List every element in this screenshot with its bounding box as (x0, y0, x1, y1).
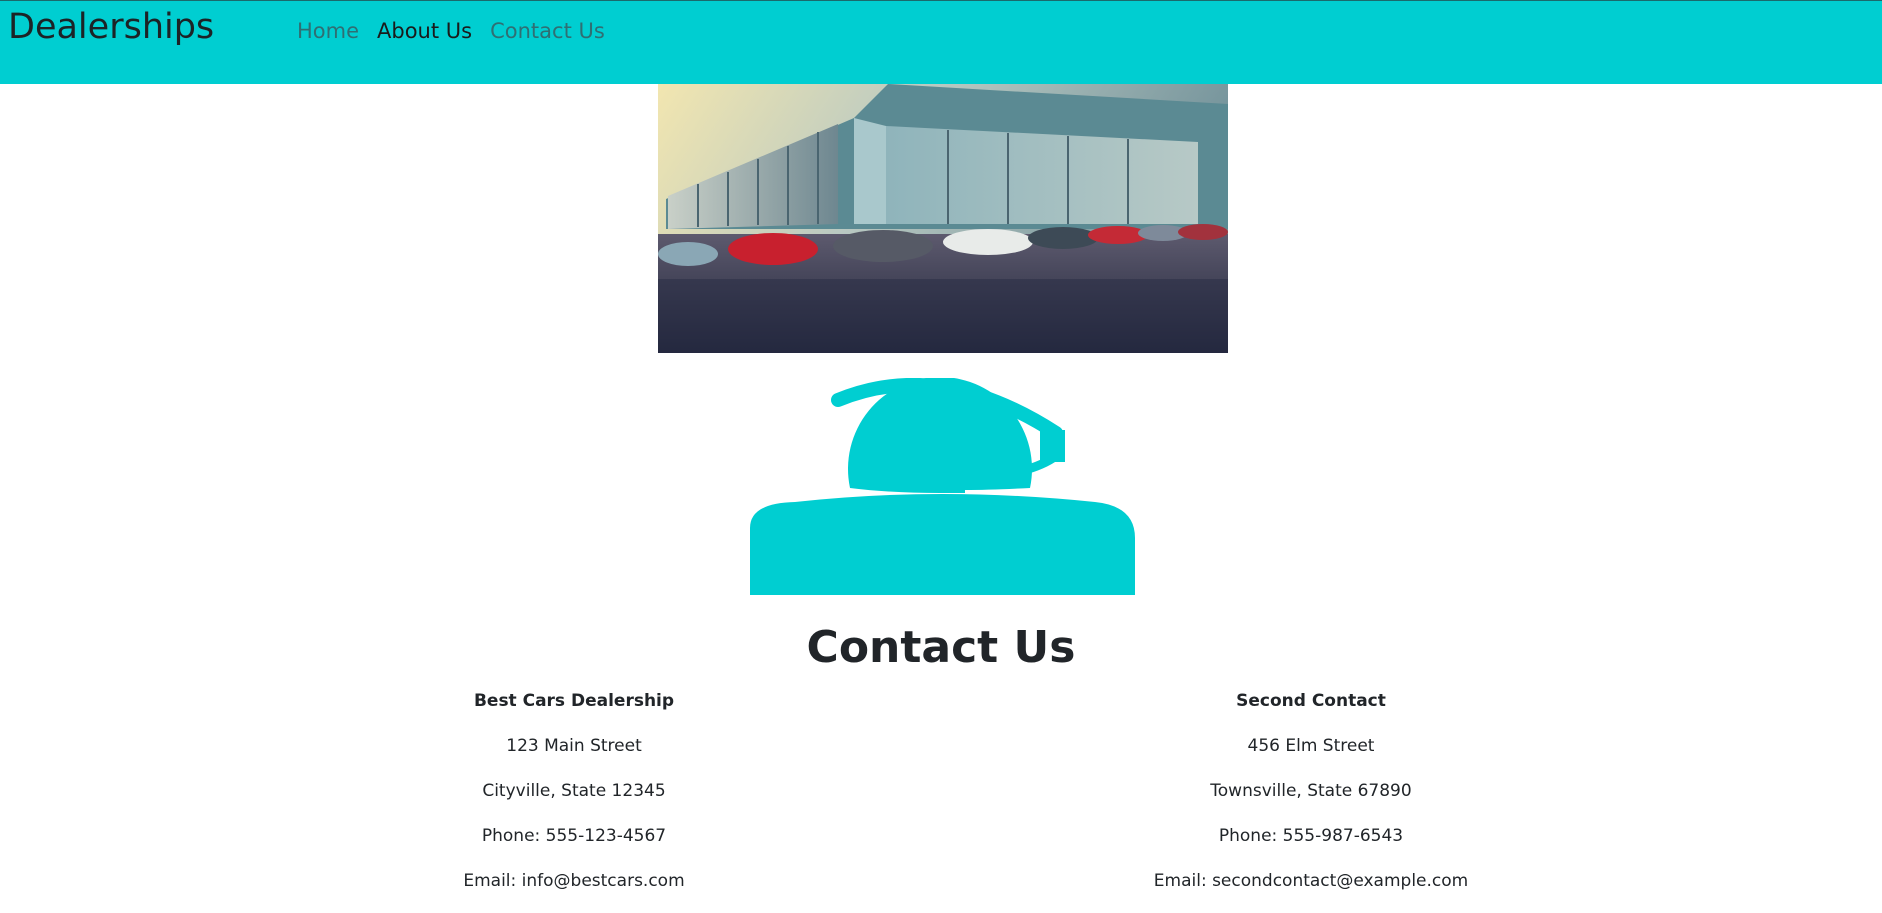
contact-city: Cityville, State 12345 (482, 781, 666, 801)
nav-link-contact-us[interactable]: Contact Us (490, 19, 605, 43)
customer-support-headset-icon (750, 376, 1135, 595)
contact-street: 123 Main Street (506, 736, 642, 756)
nav-link-home[interactable]: Home (297, 19, 359, 43)
contact-email: Email: info@bestcars.com (463, 871, 685, 891)
nav-links: Home About Us Contact Us (297, 19, 605, 43)
brand-title[interactable]: Dealerships (8, 7, 214, 47)
page-title: Contact Us (806, 622, 1076, 673)
navbar: Dealerships Home About Us Contact Us (0, 0, 1882, 84)
dealership-hero-image (658, 84, 1228, 353)
contact-city: Townsville, State 67890 (1210, 781, 1412, 801)
nav-link-about-us[interactable]: About Us (377, 19, 472, 43)
contact-name: Best Cars Dealership (473, 691, 675, 711)
contact-phone: Phone: 555-987-6543 (1218, 826, 1404, 846)
contact-phone: Phone: 555-123-4567 (481, 826, 667, 846)
contact-name: Second Contact (1236, 691, 1386, 711)
contact-card-second: Second Contact 456 Elm Street Townsville… (1131, 688, 1491, 913)
contact-card-best-cars: Best Cars Dealership 123 Main Street Cit… (394, 688, 754, 913)
contact-street: 456 Elm Street (1247, 736, 1375, 756)
contact-email: Email: secondcontact@example.com (1153, 871, 1469, 891)
